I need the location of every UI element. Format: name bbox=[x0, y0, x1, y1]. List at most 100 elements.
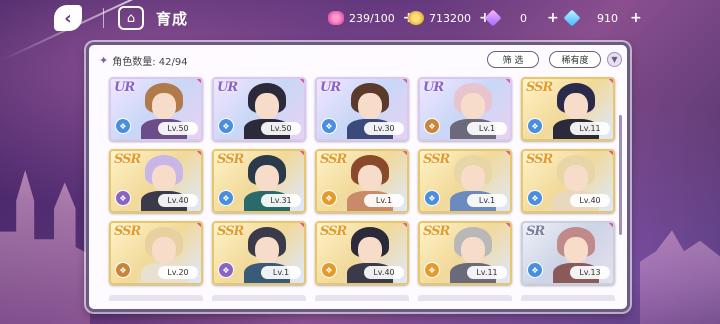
rarity-badge: UR bbox=[114, 80, 135, 95]
resource-gem-blue-value: 910 bbox=[597, 11, 618, 25]
chevron-down-icon: ▼ bbox=[611, 55, 618, 64]
rarity-badge: UR bbox=[423, 80, 444, 95]
rarity-badge: UR bbox=[217, 80, 238, 95]
level-label: Lv.50 bbox=[158, 122, 198, 135]
attribute-icon: ❖ bbox=[424, 118, 440, 134]
portrait-face bbox=[358, 93, 382, 119]
corner-marker bbox=[196, 79, 201, 84]
rarity-badge: SSR bbox=[423, 224, 450, 239]
page-title: 育成 bbox=[156, 10, 189, 28]
corner-marker bbox=[505, 151, 510, 156]
portrait-face bbox=[255, 165, 279, 191]
corner-marker bbox=[402, 79, 407, 84]
corner-marker bbox=[299, 79, 304, 84]
character-card[interactable]: UR ❖ Lv.50 bbox=[212, 77, 306, 141]
corner-marker bbox=[299, 223, 304, 228]
next-row-peek bbox=[109, 295, 617, 305]
attribute-icon: ❖ bbox=[115, 118, 131, 134]
attribute-icon: ❖ bbox=[218, 118, 234, 134]
level-label: Lv.11 bbox=[570, 122, 610, 135]
header-divider bbox=[103, 8, 104, 28]
corner-marker bbox=[196, 151, 201, 156]
candy-icon bbox=[328, 11, 344, 25]
attribute-icon: ❖ bbox=[321, 262, 337, 278]
character-card[interactable]: SSR ❖ Lv.1 bbox=[418, 149, 512, 213]
attribute-icon: ❖ bbox=[321, 190, 337, 206]
level-label: Lv.40 bbox=[158, 194, 198, 207]
rarity-badge: SR bbox=[526, 224, 545, 239]
portrait-face bbox=[564, 93, 588, 119]
sort-toggle-button[interactable]: ▼ bbox=[607, 52, 622, 67]
corner-marker bbox=[608, 79, 613, 84]
rarity-sort-button[interactable]: 稀有度 bbox=[549, 51, 601, 68]
rarity-badge: SSR bbox=[217, 152, 244, 167]
filter-button[interactable]: 筛 选 bbox=[487, 51, 539, 68]
top-bar: ‹ ⌂ 育成 239/100 + 713200 + 0 + 910 + bbox=[0, 0, 720, 36]
character-card[interactable]: SSR ❖ Lv.11 bbox=[521, 77, 615, 141]
character-count: ✦ 角色数量: 42/94 bbox=[99, 53, 188, 68]
character-card[interactable]: SSR ❖ Lv.11 bbox=[418, 221, 512, 285]
level-label: Lv.1 bbox=[467, 122, 507, 135]
level-label: Lv.40 bbox=[364, 266, 404, 279]
back-arrow-icon: ‹ bbox=[64, 7, 72, 29]
level-label: Lv.13 bbox=[570, 266, 610, 279]
character-card[interactable]: UR ❖ Lv.30 bbox=[315, 77, 409, 141]
corner-marker bbox=[608, 223, 613, 228]
corner-marker bbox=[402, 223, 407, 228]
portrait-face bbox=[255, 237, 279, 263]
character-card[interactable]: SSR ❖ Lv.40 bbox=[521, 149, 615, 213]
portrait-face bbox=[152, 237, 176, 263]
gem-pink-icon bbox=[484, 9, 502, 27]
resource-candy: 239/100 + bbox=[328, 10, 414, 26]
scrollbar[interactable] bbox=[619, 115, 622, 235]
attribute-icon: ❖ bbox=[424, 190, 440, 206]
rarity-badge: SSR bbox=[423, 152, 450, 167]
character-panel: ✦ 角色数量: 42/94 筛 选 稀有度 ▼ UR ❖ Lv.50 UR ❖ Lv.50… bbox=[86, 42, 630, 312]
coin-icon bbox=[408, 11, 424, 25]
level-label: Lv.30 bbox=[364, 122, 404, 135]
attribute-icon: ❖ bbox=[424, 262, 440, 278]
level-label: Lv.40 bbox=[570, 194, 610, 207]
portrait-face bbox=[461, 165, 485, 191]
corner-marker bbox=[505, 223, 510, 228]
character-card[interactable]: SR ❖ Lv.13 bbox=[521, 221, 615, 285]
add-gem-blue-button[interactable]: + bbox=[630, 10, 642, 26]
character-card[interactable]: SSR ❖ Lv.40 bbox=[109, 149, 203, 213]
sparkle-icon: ✦ bbox=[99, 54, 109, 67]
add-gem-pink-button[interactable]: + bbox=[547, 10, 559, 26]
level-label: Lv.31 bbox=[261, 194, 301, 207]
rarity-badge: SSR bbox=[114, 152, 141, 167]
level-label: Lv.50 bbox=[261, 122, 301, 135]
castle-icon: ⌂ bbox=[126, 10, 136, 26]
character-count-label: 角色数量: 42/94 bbox=[112, 57, 188, 68]
back-button[interactable]: ‹ bbox=[54, 5, 82, 31]
home-button[interactable]: ⌂ bbox=[118, 6, 144, 30]
character-card[interactable]: SSR ❖ Lv.40 bbox=[315, 221, 409, 285]
character-card[interactable]: SSR ❖ Lv.31 bbox=[212, 149, 306, 213]
rarity-badge: SSR bbox=[217, 224, 244, 239]
resource-candy-value: 239/100 bbox=[349, 11, 395, 25]
portrait-face bbox=[152, 165, 176, 191]
character-grid: UR ❖ Lv.50 UR ❖ Lv.50 UR ❖ Lv.30 UR ❖ Lv.1 SSR ❖ Lv.11… bbox=[109, 77, 617, 285]
character-card[interactable]: SSR ❖ Lv.1 bbox=[212, 221, 306, 285]
corner-marker bbox=[402, 151, 407, 156]
corner-marker bbox=[196, 223, 201, 228]
character-card[interactable]: SSR ❖ Lv.20 bbox=[109, 221, 203, 285]
character-card[interactable]: UR ❖ Lv.50 bbox=[109, 77, 203, 141]
level-label: Lv.20 bbox=[158, 266, 198, 279]
character-card[interactable]: UR ❖ Lv.1 bbox=[418, 77, 512, 141]
level-label: Lv.1 bbox=[261, 266, 301, 279]
character-card[interactable]: SSR ❖ Lv.1 bbox=[315, 149, 409, 213]
attribute-icon: ❖ bbox=[527, 118, 543, 134]
portrait-face bbox=[564, 237, 588, 263]
portrait-face bbox=[152, 93, 176, 119]
corner-marker bbox=[505, 79, 510, 84]
corner-marker bbox=[608, 151, 613, 156]
rarity-badge: SSR bbox=[526, 80, 553, 95]
attribute-icon: ❖ bbox=[115, 262, 131, 278]
gem-blue-icon bbox=[563, 9, 581, 27]
attribute-icon: ❖ bbox=[527, 190, 543, 206]
rarity-badge: SSR bbox=[320, 152, 347, 167]
portrait-face bbox=[564, 165, 588, 191]
attribute-icon: ❖ bbox=[218, 190, 234, 206]
